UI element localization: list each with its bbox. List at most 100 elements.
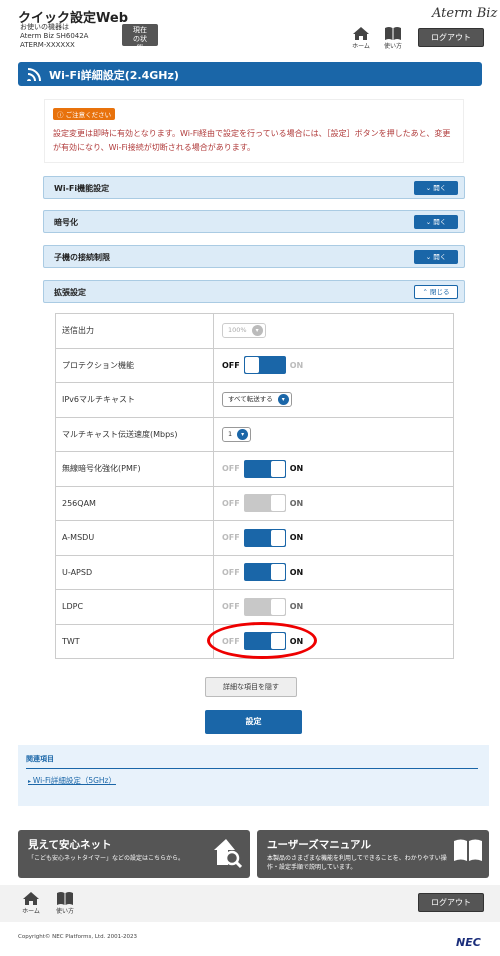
chevron-down-icon: ▾: [277, 394, 289, 406]
expand-button-label: 開く: [433, 184, 447, 192]
device-info: お使いの機器は Aterm Biz SH6042A ATERM-XXXXXX: [20, 23, 88, 50]
toggle-knob: [270, 598, 285, 615]
toggle-off-label: OFF: [222, 360, 240, 370]
table-row: マルチキャスト伝送速度(Mbps) 1 ▾: [55, 416, 454, 452]
table-row: U-APSD OFF ON: [55, 554, 454, 590]
uapsd-toggle[interactable]: OFF ON: [222, 563, 303, 582]
setting-label: 無線暗号化強化(PMF): [55, 451, 214, 487]
setting-value: OFF ON: [213, 589, 454, 625]
setting-label: U-APSD: [55, 554, 214, 590]
setting-value: OFF ON: [213, 520, 454, 556]
logout-button[interactable]: ログアウト: [418, 28, 484, 47]
home-label: ホーム: [352, 43, 370, 50]
banner-title: ユーザーズマニュアル: [267, 839, 371, 851]
toggle-switch: [243, 597, 286, 616]
footer-logout-button[interactable]: ログアウト: [418, 893, 484, 912]
safe-net-banner[interactable]: 見えて安心ネット 「こども安心ネットタイマー」などの設定はこちらから。: [18, 830, 250, 878]
section-client-limit[interactable]: 子機の接続制限 ⌄ 開く: [43, 245, 465, 268]
table-row: 無線暗号化強化(PMF) OFF ON: [55, 451, 454, 487]
toggle-knob: [270, 460, 285, 477]
banner-title: 見えて安心ネット: [28, 839, 112, 851]
setting-label: プロテクション機能: [55, 347, 214, 383]
notice-text: 設定変更は即時に有効となります。Wi-Fi経由で設定を行っている場合には、［設定…: [53, 129, 451, 152]
banner-desc: 「こども安心ネットタイマー」などの設定はこちらから。: [28, 855, 185, 862]
setting-label: IPv6マルチキャスト: [55, 382, 214, 418]
related-link-label: Wi-Fi詳細設定（5GHz）: [32, 776, 116, 785]
setting-label: マルチキャスト伝送速度(Mbps): [55, 416, 214, 452]
toggle-on-label: ON: [289, 533, 304, 543]
toggle-off-label: OFF: [222, 498, 240, 508]
toggle-on-label: ON: [289, 498, 304, 508]
notice-box: ⓘ ご注意ください 設定変更は即時に有効となります。Wi-Fi経由で設定を行って…: [44, 99, 464, 163]
device-id: ATERM-XXXXXX: [20, 41, 75, 49]
banner-desc: 本製品のさまざまな機能を利用してできることを、わかりやすい操作・設定手順で説明し…: [267, 855, 447, 871]
section-wifi-function[interactable]: Wi-Fi機能設定 ⌄ 開く: [43, 176, 465, 199]
section-label: 拡張設定: [54, 288, 86, 297]
tx-power-select[interactable]: 100% ▾: [222, 323, 266, 339]
toggle-knob: [244, 357, 259, 374]
page-header: クイック設定Web お使いの機器は Aterm Biz SH6042A ATER…: [0, 0, 500, 56]
related-link-5ghz[interactable]: ▸ Wi-Fi詳細設定（5GHz）: [28, 775, 116, 786]
pmf-toggle[interactable]: OFF ON: [222, 459, 304, 478]
amsdu-toggle[interactable]: OFF ON: [222, 528, 304, 547]
setting-value: すべて転送する ▾: [213, 382, 454, 418]
expand-button-label: 開く: [433, 218, 447, 226]
setting-label: A-MSDU: [55, 520, 214, 556]
table-row: LDPC OFF ON: [55, 589, 454, 625]
toggle-on-label: ON: [289, 464, 304, 474]
extended-settings-table: 送信出力 100% ▾ プロテクション機能 OFF ON IPv6マルチキャスト す…: [55, 313, 454, 659]
setting-label: LDPC: [55, 589, 214, 625]
page-title: Wi-Fi詳細設定(2.4GHz): [49, 69, 179, 82]
toggle-switch[interactable]: [243, 528, 286, 547]
toggle-switch[interactable]: [243, 356, 286, 375]
house-search-icon: [214, 839, 242, 869]
expand-button[interactable]: ⌄ 開く: [414, 250, 458, 264]
ipv6-multicast-select[interactable]: すべて転送する ▾: [222, 392, 292, 408]
table-row: 256QAM OFF ON: [55, 485, 454, 521]
apply-button[interactable]: 設定: [205, 710, 302, 734]
toggle-switch[interactable]: [243, 563, 286, 582]
status-button-label: 現在の状態: [133, 26, 147, 52]
chevron-down-icon: ▾: [251, 325, 263, 337]
toggle-knob: [270, 564, 285, 581]
footer-home-link[interactable]: ホーム: [20, 891, 42, 915]
toggle-switch[interactable]: [243, 459, 286, 478]
page-title-bar: Wi-Fi詳細設定(2.4GHz): [18, 62, 482, 86]
setting-value: OFF ON: [213, 347, 454, 383]
wifi-icon: [27, 68, 41, 81]
status-button[interactable]: 現在の状態: [122, 24, 158, 52]
toggle-knob: [270, 495, 285, 512]
section-extended[interactable]: 拡張設定 ⌃ 閉じる: [43, 280, 465, 303]
setting-value: OFF ON: [213, 451, 454, 487]
table-row: プロテクション機能 OFF ON: [55, 347, 454, 383]
footer-bar: ホーム 使い方 ログアウト: [0, 885, 500, 922]
expand-button[interactable]: ⌄ 開く: [414, 215, 458, 229]
qam256-toggle: OFF ON: [222, 494, 304, 513]
home-link[interactable]: ホーム: [350, 26, 372, 50]
nec-logo: NEC: [456, 936, 481, 949]
highlight-ring: [207, 622, 317, 659]
toggle-off-label: OFF: [222, 567, 240, 577]
book-icon: [57, 892, 73, 905]
expand-button[interactable]: ⌄ 開く: [414, 181, 458, 195]
brand-logo: Aterm Biz: [432, 6, 498, 21]
multicast-rate-select[interactable]: 1 ▾: [222, 426, 252, 442]
ldpc-toggle: OFF ON: [222, 597, 303, 616]
help-link[interactable]: 使い方: [382, 26, 404, 50]
toggle-knob: [270, 529, 285, 546]
protection-toggle[interactable]: OFF ON: [222, 356, 303, 375]
setting-value: 1 ▾: [213, 416, 454, 452]
select-value: すべて転送する: [228, 395, 273, 404]
collapse-button[interactable]: ⌃ 閉じる: [414, 285, 458, 299]
copyright: Copyright© NEC Platforms, Ltd. 2001-2023: [18, 934, 138, 940]
manual-banner[interactable]: ユーザーズマニュアル 本製品のさまざまな機能を利用してできることを、わかりやすい…: [257, 830, 489, 878]
device-info-line: お使いの機器は: [20, 23, 69, 31]
related-heading: 関連項目: [26, 755, 54, 763]
help-label: 使い方: [55, 908, 74, 915]
section-encryption[interactable]: 暗号化 ⌄ 開く: [43, 210, 465, 233]
table-row: A-MSDU OFF ON: [55, 520, 454, 556]
hide-details-button[interactable]: 詳細な項目を隠す: [205, 677, 297, 697]
setting-value: OFF ON: [213, 554, 454, 590]
expand-button-label: 開く: [433, 253, 447, 261]
footer-help-link[interactable]: 使い方: [54, 891, 76, 915]
